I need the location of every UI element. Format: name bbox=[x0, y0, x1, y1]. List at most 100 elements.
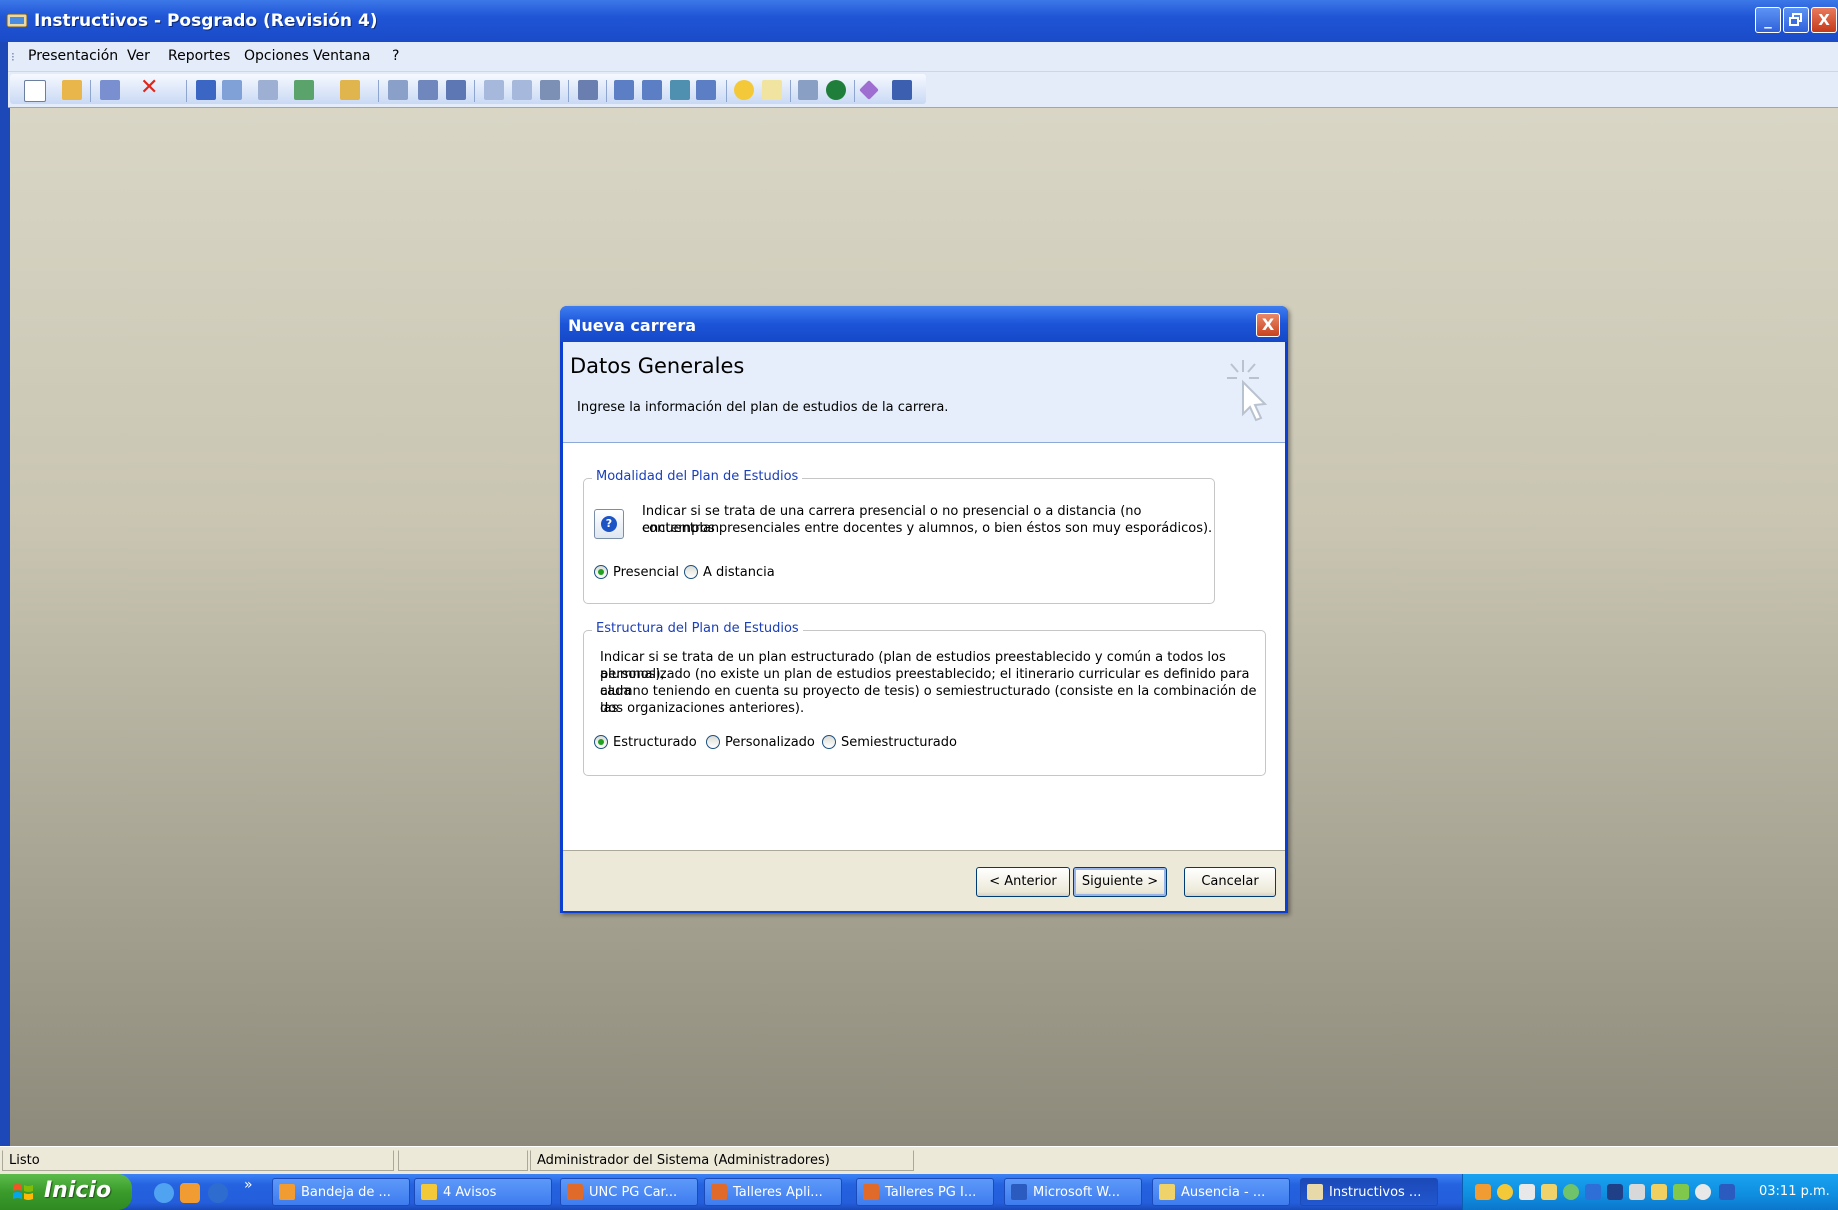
tray-bank-icon[interactable] bbox=[1541, 1184, 1557, 1200]
restore-icon bbox=[1789, 13, 1802, 26]
menu-help[interactable]: ? bbox=[392, 48, 399, 64]
list-icon[interactable] bbox=[388, 80, 408, 100]
tray-db-icon[interactable] bbox=[1519, 1184, 1535, 1200]
menu-presentacion[interactable]: Presentación bbox=[28, 48, 118, 64]
radio-estructurado[interactable]: Estructurado bbox=[594, 735, 697, 750]
grid-icon[interactable] bbox=[446, 80, 466, 100]
estructura-group: Estructura del Plan de Estudios Indicar … bbox=[583, 621, 1266, 776]
application-window: Instructivos - Posgrado (Revisión 4) _ X… bbox=[0, 0, 1838, 1210]
ie-icon[interactable] bbox=[154, 1183, 174, 1203]
task-instructivos[interactable]: Instructivos ... bbox=[1300, 1178, 1438, 1206]
new-icon[interactable] bbox=[24, 80, 46, 102]
radio-personalizado[interactable]: Personalizado bbox=[706, 735, 815, 750]
presentation-icon bbox=[711, 1184, 727, 1200]
details-icon[interactable] bbox=[418, 80, 438, 100]
import-icon[interactable] bbox=[294, 80, 314, 100]
restore-button[interactable] bbox=[1783, 7, 1809, 33]
minimize-button[interactable]: _ bbox=[1755, 7, 1781, 33]
menu-ver[interactable]: Ver bbox=[127, 48, 150, 64]
task-talleres-apli[interactable]: Talleres Apli... bbox=[704, 1178, 842, 1206]
properties-icon[interactable] bbox=[222, 80, 242, 100]
radio-presencial[interactable]: Presencial bbox=[594, 565, 679, 580]
report-icon[interactable] bbox=[578, 80, 598, 100]
radio-a-distancia[interactable]: A distancia bbox=[684, 565, 775, 580]
wizard-heading: Datos Generales bbox=[570, 354, 745, 378]
cascade-icon[interactable] bbox=[670, 80, 690, 100]
tray-arrow-icon[interactable] bbox=[1673, 1184, 1689, 1200]
presentation-icon bbox=[567, 1184, 583, 1200]
diamond-icon[interactable] bbox=[859, 80, 879, 100]
question-icon: ? bbox=[601, 516, 617, 532]
tray-tool-icon[interactable] bbox=[1651, 1184, 1667, 1200]
tray-word-icon[interactable] bbox=[1719, 1184, 1735, 1200]
tray-monitor-icon[interactable] bbox=[1607, 1184, 1623, 1200]
save-icon[interactable] bbox=[196, 80, 216, 100]
wizard-subheading: Ingrese la información del plan de estud… bbox=[577, 400, 949, 415]
browser-icon[interactable] bbox=[208, 1183, 228, 1203]
outlook-icon bbox=[279, 1184, 295, 1200]
clock[interactable]: 03:11 p.m. bbox=[1759, 1184, 1830, 1199]
toolbar-separator bbox=[726, 80, 727, 102]
tray-sync-icon[interactable] bbox=[1563, 1184, 1579, 1200]
bell-icon bbox=[421, 1184, 437, 1200]
cancel-button[interactable]: Cancelar bbox=[1184, 867, 1276, 897]
word-icon bbox=[1011, 1184, 1027, 1200]
tray-clock-icon[interactable] bbox=[1695, 1184, 1711, 1200]
start-label: Inicio bbox=[44, 1178, 112, 1203]
task-ausencia[interactable]: Ausencia - ... bbox=[1152, 1178, 1290, 1206]
menu-ventana[interactable]: Ventana bbox=[313, 48, 371, 64]
tray-network-icon[interactable] bbox=[1585, 1184, 1601, 1200]
task-bandeja[interactable]: Bandeja de ... bbox=[272, 1178, 410, 1206]
outlook-quicklaunch-icon[interactable] bbox=[180, 1183, 200, 1203]
tile-icon[interactable] bbox=[642, 80, 662, 100]
next-button[interactable]: Siguiente > bbox=[1073, 867, 1167, 897]
menu-opciones[interactable]: Opciones bbox=[244, 48, 309, 64]
task-microsoft-word[interactable]: Microsoft W... bbox=[1004, 1178, 1142, 1206]
window-title: Instructivos - Posgrado (Revisión 4) bbox=[34, 11, 378, 31]
folder-icon[interactable] bbox=[798, 80, 818, 100]
window-icon[interactable] bbox=[614, 80, 634, 100]
status-panel bbox=[398, 1150, 528, 1171]
wizard-footer: < Anterior Siguiente > Cancelar bbox=[563, 850, 1285, 911]
taskbar: Inicio » Bandeja de ... 4 Avisos UNC PG … bbox=[0, 1174, 1838, 1210]
quicklaunch-chevron[interactable]: » bbox=[244, 1177, 253, 1193]
window-border bbox=[0, 42, 10, 1146]
help-icon[interactable] bbox=[734, 80, 754, 100]
radio-semiestructurado[interactable]: Semiestructurado bbox=[822, 735, 957, 750]
modalidad-help-line2: encuentros presenciales entre docentes y… bbox=[642, 521, 1213, 536]
toolbar-separator bbox=[474, 80, 475, 102]
close-button[interactable]: X bbox=[1811, 7, 1837, 33]
wizard-header: Datos Generales Ingrese la información d… bbox=[563, 342, 1285, 443]
arrange-icon[interactable] bbox=[696, 80, 716, 100]
dialog-title: Nueva carrera bbox=[568, 316, 697, 335]
export-icon[interactable] bbox=[340, 80, 360, 100]
globe-icon[interactable] bbox=[826, 80, 846, 100]
tray-outlook-icon[interactable] bbox=[1475, 1184, 1491, 1200]
task-talleres-pg[interactable]: Talleres PG I... bbox=[856, 1178, 994, 1206]
modalidad-help-box: ? bbox=[594, 509, 624, 539]
exit-icon[interactable] bbox=[892, 80, 912, 100]
menu-reportes[interactable]: Reportes bbox=[168, 48, 230, 64]
estructura-legend: Estructura del Plan de Estudios bbox=[592, 621, 803, 636]
back-button[interactable]: < Anterior bbox=[976, 867, 1070, 897]
dialog-title-bar[interactable]: Nueva carrera X bbox=[560, 306, 1288, 342]
windows-flag-icon bbox=[13, 1184, 33, 1200]
tray-volume-icon[interactable] bbox=[1629, 1184, 1645, 1200]
start-button[interactable]: Inicio bbox=[0, 1174, 132, 1210]
preview-icon[interactable] bbox=[258, 80, 278, 100]
open-icon[interactable] bbox=[62, 80, 82, 100]
tray-shield-icon[interactable] bbox=[1497, 1184, 1513, 1200]
sort-asc-icon[interactable] bbox=[484, 80, 504, 100]
title-bar[interactable]: Instructivos - Posgrado (Revisión 4) _ X bbox=[0, 0, 1838, 42]
new-career-dialog: Nueva carrera X Datos Generales Ingrese … bbox=[560, 306, 1288, 913]
dialog-close-button[interactable]: X bbox=[1256, 313, 1280, 337]
delete-icon[interactable]: ✕ bbox=[140, 77, 162, 99]
task-unc-pg[interactable]: UNC PG Car... bbox=[560, 1178, 698, 1206]
sort-desc-icon[interactable] bbox=[512, 80, 532, 100]
task-avisos[interactable]: 4 Avisos bbox=[414, 1178, 552, 1206]
whats-this-icon[interactable] bbox=[762, 80, 782, 100]
mail-icon bbox=[1159, 1184, 1175, 1200]
status-bar: Listo Administrador del Sistema (Adminis… bbox=[0, 1146, 1838, 1174]
print-icon[interactable] bbox=[540, 80, 560, 100]
edit-icon[interactable] bbox=[100, 80, 120, 100]
